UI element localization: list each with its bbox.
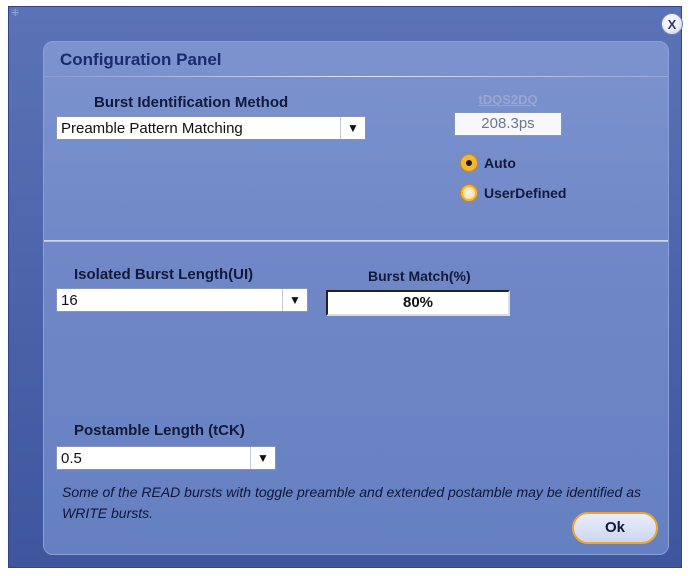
postamble-length-label: Postamble Length (tCK) [74,422,245,439]
close-button[interactable]: X [661,13,683,35]
postamble-length-value: 0.5 [61,449,82,467]
radio-userdefined[interactable]: UserDefined [460,184,566,202]
radio-auto-label: Auto [484,155,516,171]
tdqs2dq-label: tDQS2DQ [478,92,538,107]
postamble-length-select[interactable]: 0.5 ▼ [56,446,276,470]
chevron-down-icon[interactable]: ▼ [250,447,275,469]
section-divider [44,240,668,242]
configuration-panel: Configuration Panel Burst Identification… [43,41,669,555]
isolated-burst-length-label: Isolated Burst Length(UI) [74,266,254,283]
burst-match-field[interactable]: 80% [326,290,510,316]
close-icon: X [667,16,677,32]
burst-identification-select[interactable]: Preamble Pattern Matching ▼ [56,116,366,140]
radio-auto[interactable]: Auto [460,154,516,172]
title-divider [44,76,668,77]
ok-button[interactable]: Ok [572,512,658,544]
radio-userdefined-label: UserDefined [484,185,567,201]
drag-grip-icon[interactable]: ⁜ [11,9,21,19]
info-note: Some of the READ bursts with toggle prea… [62,484,641,521]
burst-match-label: Burst Match(%) [368,268,471,284]
burst-identification-label: Burst Identification Method [94,94,289,111]
isolated-burst-length-value: 16 [61,291,78,309]
radio-unselected-icon [460,184,478,202]
chevron-down-icon[interactable]: ▼ [340,117,365,139]
burst-identification-value: Preamble Pattern Matching [61,119,243,137]
tdqs2dq-field[interactable]: 208.3ps [454,112,562,136]
radio-selected-icon [460,154,478,172]
panel-title: Configuration Panel [60,50,222,69]
chevron-down-icon[interactable]: ▼ [282,289,307,311]
isolated-burst-length-select[interactable]: 16 ▼ [56,288,308,312]
config-window: ⁜ X Configuration Panel Burst Identifica… [8,6,683,568]
